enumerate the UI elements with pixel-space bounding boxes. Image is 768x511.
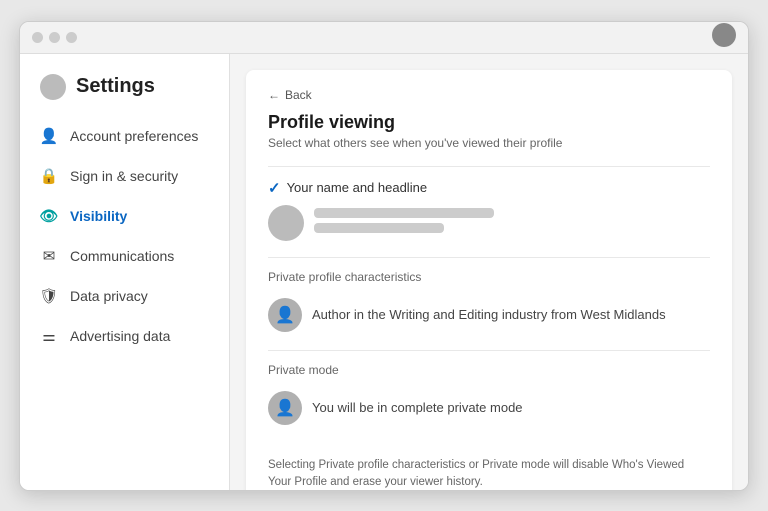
section-label-private-profile: Private profile characteristics [268,270,710,284]
sidebar-item-label: Advertising data [70,328,170,344]
sidebar-item-label: Visibility [70,208,127,224]
footer-note: Selecting Private profile characteristic… [268,457,710,490]
profile-avatar [268,205,304,241]
section-label-private-mode: Private mode [268,363,710,377]
browser-titlebar [20,22,748,54]
private-mode-icon: 👤 [268,391,302,425]
sidebar-item-label: Account preferences [70,128,198,144]
blur-headline-line [314,223,444,233]
checkmark-icon: ✓ [268,179,281,197]
sidebar-item-advertising-data[interactable]: ⚌ Advertising data [20,316,229,356]
browser-window: Settings 👤 Account preferences 🔒 Sign in… [19,21,749,491]
person-silhouette-icon: 👤 [275,305,295,325]
grid-icon: ⚌ [40,327,58,345]
traffic-light-maximize[interactable] [66,32,77,43]
sidebar-item-communications[interactable]: ✉ Communications [20,236,229,276]
traffic-light-close[interactable] [32,32,43,43]
content-card: ← Back Profile viewing Select what other… [246,70,732,490]
main-content: ← Back Profile viewing Select what other… [230,54,748,490]
shield-icon: 🛡 [40,287,58,305]
section-private-profile: Private profile characteristics 👤 Author… [268,257,710,350]
section-private-mode: Private mode 👤 You will be in complete p… [268,350,710,443]
browser-body: Settings 👤 Account preferences 🔒 Sign in… [20,54,748,490]
sidebar: Settings 👤 Account preferences 🔒 Sign in… [20,54,230,490]
sidebar-item-label: Data privacy [70,288,148,304]
blur-name-line [314,208,494,218]
sidebar-item-label: Communications [70,248,174,264]
sidebar-item-visibility[interactable]: 👁 Visibility [20,196,229,236]
back-arrow-icon: ← [268,88,280,102]
sidebar-item-sign-security[interactable]: 🔒 Sign in & security [20,156,229,196]
profile-text-block [314,208,710,238]
person-icon: 👤 [40,127,58,145]
page-subtitle: Select what others see when you've viewe… [268,136,710,150]
avatar [712,23,736,47]
sidebar-item-data-privacy[interactable]: 🛡 Data privacy [20,276,229,316]
sidebar-header: Settings [20,70,229,116]
sidebar-item-label: Sign in & security [70,168,178,184]
sidebar-title: Settings [76,75,155,98]
section-your-name: ✓ Your name and headline [268,166,710,257]
eye-icon: 👁 [40,207,58,225]
back-label: Back [285,88,312,102]
sidebar-item-account-preferences[interactable]: 👤 Account preferences [20,116,229,156]
back-link[interactable]: ← Back [268,88,710,102]
user-avatar [40,74,66,100]
top-bar-right [712,23,736,52]
traffic-lights [32,32,77,43]
traffic-light-minimize[interactable] [49,32,60,43]
private-profile-text: Author in the Writing and Editing indust… [312,307,666,322]
private-mode-text: You will be in complete private mode [312,400,523,415]
option-label-your-name: ✓ Your name and headline [268,179,710,197]
option-row-private-mode[interactable]: 👤 You will be in complete private mode [268,385,710,431]
option-row-private-profile[interactable]: 👤 Author in the Writing and Editing indu… [268,292,710,338]
option-label-text: Your name and headline [287,180,427,195]
lock-icon: 🔒 [40,167,58,185]
page-title: Profile viewing [268,112,710,133]
person-silhouette-icon-2: 👤 [275,398,295,418]
profile-preview [268,205,710,241]
private-profile-icon: 👤 [268,298,302,332]
envelope-icon: ✉ [40,247,58,265]
